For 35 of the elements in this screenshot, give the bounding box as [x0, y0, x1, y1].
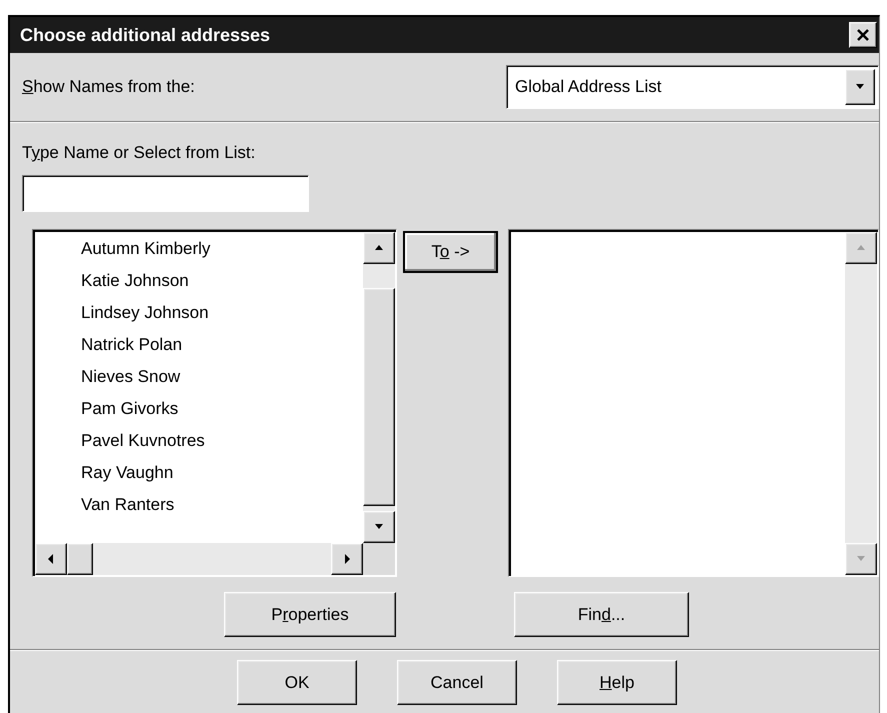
horizontal-scrollbar[interactable] [35, 543, 363, 575]
scroll-down-button[interactable] [362, 511, 395, 543]
list-item[interactable]: Natrick Polan [79, 330, 184, 362]
dialog-button[interactable]: Properties [224, 592, 396, 637]
dialog-button[interactable]: Cancel [397, 660, 517, 705]
field-label: Type Name or Select from List: [22, 142, 256, 164]
address-list-dropdown[interactable]: Global Address List [506, 65, 879, 109]
scroll-down-button[interactable] [845, 543, 877, 575]
name-input-field[interactable] [22, 175, 309, 212]
scroll-thumb[interactable] [362, 288, 395, 506]
vertical-scrollbar[interactable] [845, 232, 877, 575]
close-icon [856, 28, 870, 42]
list-item[interactable]: Nieves Snow [79, 362, 182, 394]
to-button[interactable]: To -> [402, 231, 498, 273]
list-item[interactable]: Katie Johnson [79, 266, 191, 298]
dialog-button[interactable]: Find... [514, 592, 689, 637]
list-item[interactable]: Lindsey Johnson [79, 298, 211, 330]
field-label: Show Names from the: [22, 77, 195, 97]
close-button[interactable] [849, 22, 877, 48]
scrollbar-corner [362, 543, 395, 575]
list-item[interactable]: Pavel Kuvnotres [79, 426, 207, 458]
window-title: Choose additional addresses [20, 24, 270, 46]
scroll-up-button[interactable] [362, 232, 395, 264]
scroll-up-button[interactable] [845, 232, 877, 264]
list-item[interactable]: Van Ranters [79, 490, 176, 522]
scroll-left-button[interactable] [35, 543, 67, 575]
list-item[interactable]: Pam Givorks [79, 394, 180, 426]
scroll-thumb[interactable] [67, 543, 93, 575]
list-item[interactable]: Autumn Kimberly [79, 234, 212, 266]
scroll-right-button[interactable] [330, 543, 363, 575]
dropdown-button[interactable] [845, 69, 875, 105]
dialog-button[interactable]: Help [557, 660, 677, 705]
dialog-button[interactable]: OK [237, 660, 357, 705]
list-item[interactable]: Ray Vaughn [79, 458, 176, 490]
vertical-scrollbar[interactable] [362, 232, 395, 543]
